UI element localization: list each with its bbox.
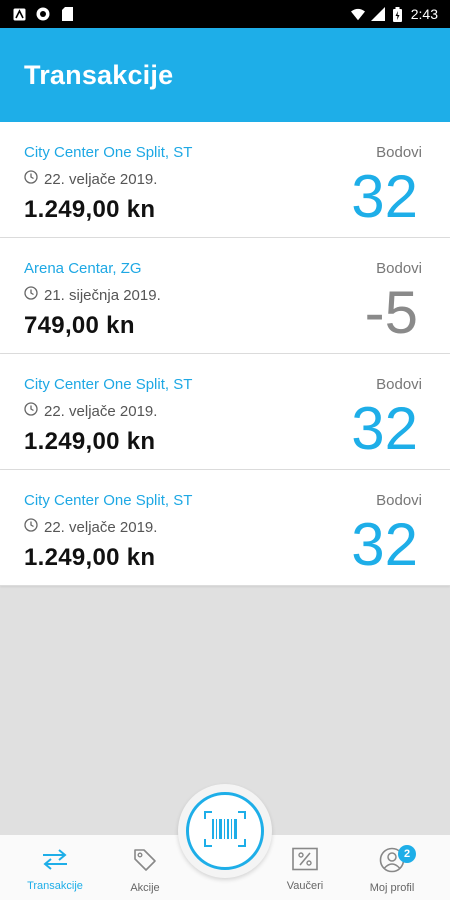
nav-label: Moj profil xyxy=(369,882,415,894)
transaction-card[interactable]: City Center One Split, ST 22. veljače 20… xyxy=(0,122,450,238)
status-bar: 2:43 xyxy=(0,0,450,28)
transaction-list: City Center One Split, ST 22. veljače 20… xyxy=(0,122,450,586)
sd-card-icon xyxy=(60,7,74,21)
wifi-icon xyxy=(350,7,365,21)
scan-button-container xyxy=(178,784,272,878)
tag-icon xyxy=(132,847,158,878)
store-name: City Center One Split, ST xyxy=(24,492,193,509)
status-time: 2:43 xyxy=(410,6,438,22)
transaction-date: 22. veljače 2019. xyxy=(44,402,158,420)
points-value: 32 xyxy=(351,511,418,578)
nav-label: Transakcije xyxy=(27,880,83,892)
clock-icon xyxy=(24,402,38,420)
points-label: Bodovi xyxy=(376,260,422,277)
points-value: -5 xyxy=(364,279,418,346)
store-name: City Center One Split, ST xyxy=(24,144,193,161)
app-notification-icon xyxy=(12,7,26,21)
signal-icon xyxy=(370,7,385,21)
transaction-amount: 1.249,00 kn xyxy=(24,196,156,223)
clock-icon xyxy=(24,286,38,304)
nav-label: Vaučeri xyxy=(286,880,324,892)
clock-icon xyxy=(24,518,38,536)
nav-item-vauceri[interactable]: Vaučeri xyxy=(260,835,350,900)
notification-badge: 2 xyxy=(398,845,416,863)
transaction-amount: 1.249,00 kn xyxy=(24,428,156,455)
percent-voucher-icon xyxy=(291,847,319,876)
points-label: Bodovi xyxy=(376,376,422,393)
store-name: City Center One Split, ST xyxy=(24,376,193,393)
date-row: 21. siječnja 2019. xyxy=(24,286,161,304)
clock-icon xyxy=(24,170,38,188)
nav-item-moj-profil[interactable]: Moj profil xyxy=(347,835,437,900)
circle-notification-icon xyxy=(36,7,50,21)
store-name: Arena Centar, ZG xyxy=(24,260,142,277)
points-label: Bodovi xyxy=(376,144,422,161)
transaction-date: 22. veljače 2019. xyxy=(44,170,158,188)
date-row: 22. veljače 2019. xyxy=(24,170,157,188)
transaction-date: 21. siječnja 2019. xyxy=(44,286,161,304)
barcode-scan-icon xyxy=(204,810,246,852)
transfer-arrows-icon xyxy=(41,847,69,876)
app-bar: Transakcije xyxy=(0,28,450,122)
nav-item-transakcije[interactable]: Transakcije xyxy=(10,835,100,900)
transaction-amount: 1.249,00 kn xyxy=(24,544,156,571)
transaction-card[interactable]: Arena Centar, ZG 21. siječnja 2019. 749,… xyxy=(0,238,450,354)
transaction-card[interactable]: City Center One Split, ST 22. veljače 20… xyxy=(0,470,450,586)
battery-icon xyxy=(391,6,405,22)
transaction-amount: 749,00 kn xyxy=(24,312,135,339)
nav-label: Akcije xyxy=(130,882,160,894)
nav-item-akcije[interactable]: Akcije xyxy=(100,835,190,900)
date-row: 22. veljače 2019. xyxy=(24,402,157,420)
scan-button[interactable] xyxy=(186,792,264,870)
points-value: 32 xyxy=(351,163,418,230)
points-label: Bodovi xyxy=(376,492,422,509)
page-title: Transakcije xyxy=(24,59,174,90)
transaction-card[interactable]: City Center One Split, ST 22. veljače 20… xyxy=(0,354,450,470)
points-value: 32 xyxy=(351,395,418,462)
date-row: 22. veljače 2019. xyxy=(24,518,157,536)
transaction-date: 22. veljače 2019. xyxy=(44,518,158,536)
